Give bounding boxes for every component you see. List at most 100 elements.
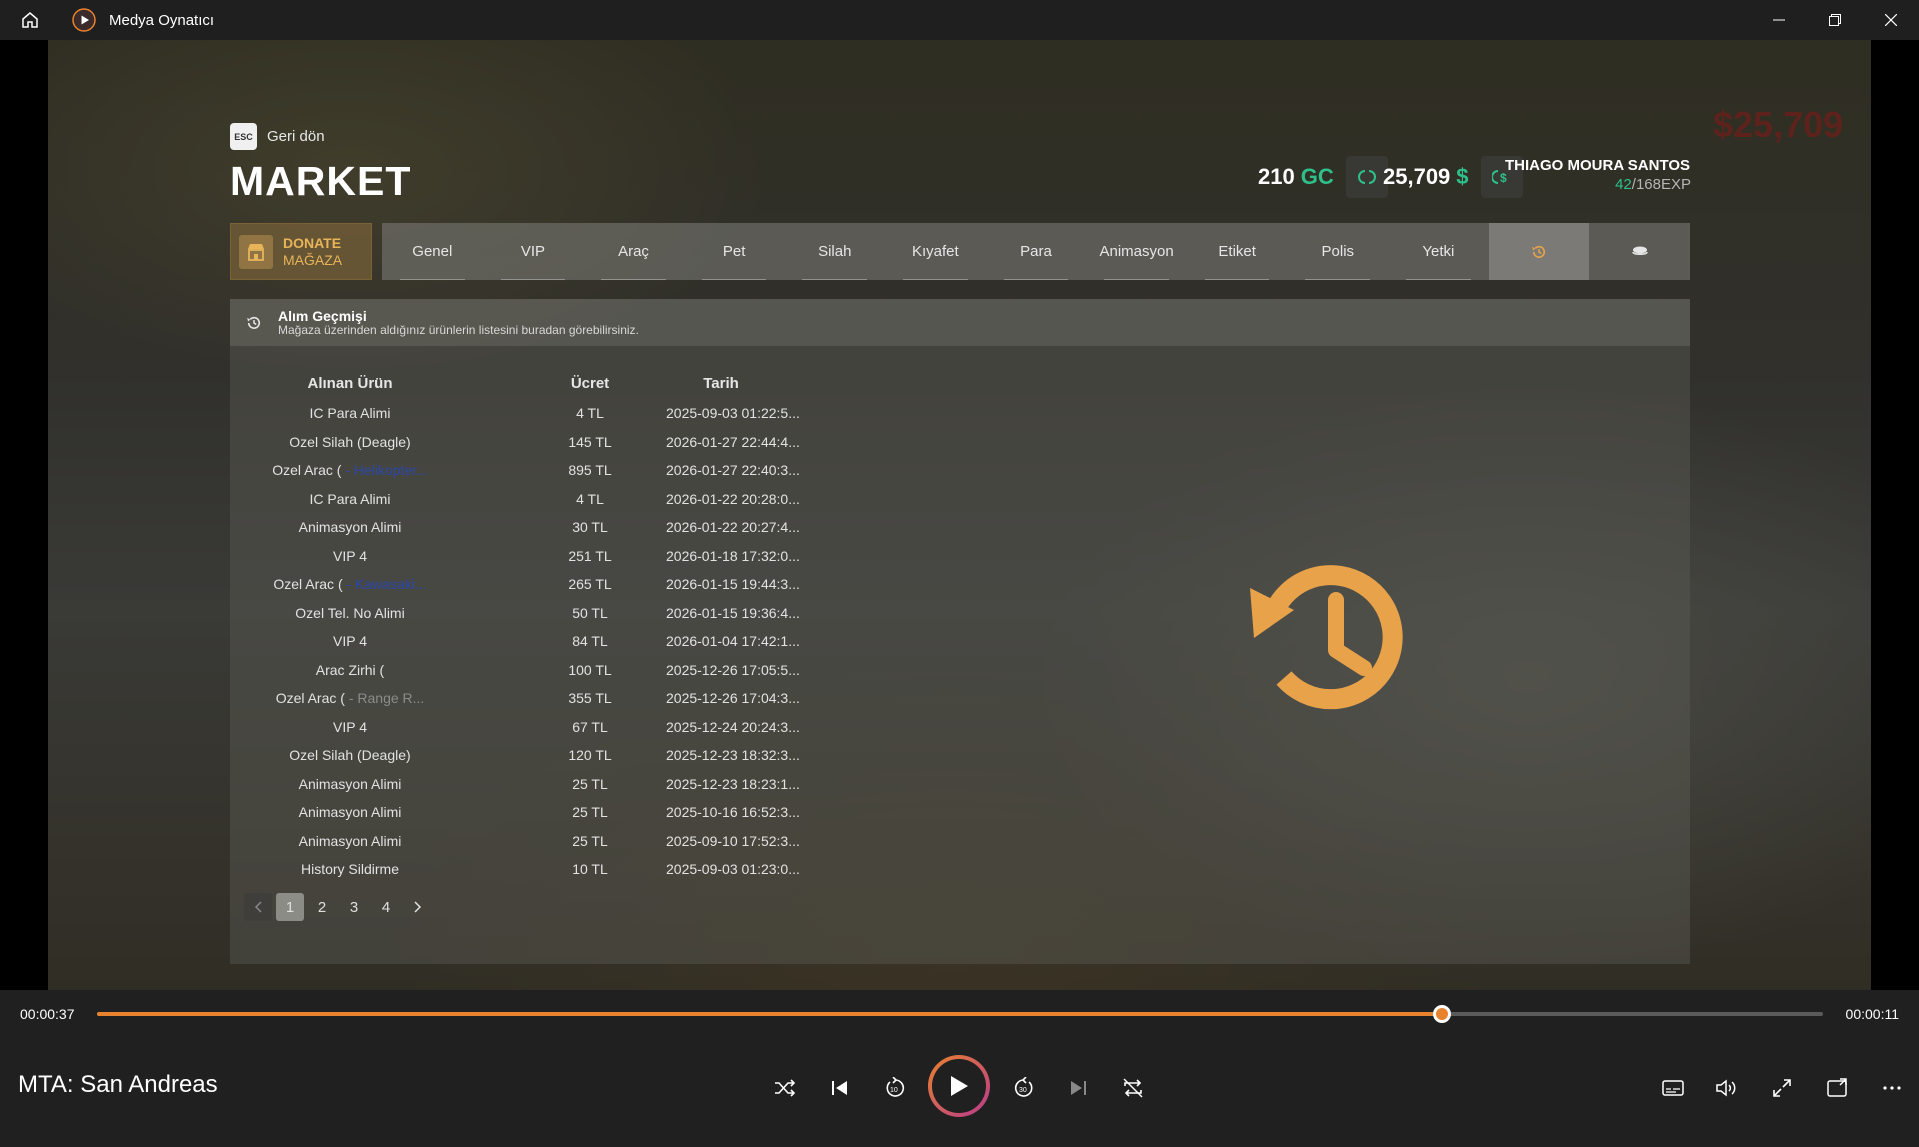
row-date: 2025-12-23 18:32:3... <box>666 747 800 763</box>
rewind-10-button[interactable]: 10 <box>873 1066 917 1110</box>
tab-polis[interactable]: Polis <box>1287 223 1388 280</box>
store-label: MAĞAZA <box>283 251 343 268</box>
next-button[interactable] <box>1056 1066 1100 1110</box>
tab-coin[interactable] <box>1589 223 1690 280</box>
row-item: IC Para Alimi <box>230 405 470 421</box>
subtitles-button[interactable] <box>1651 1066 1695 1110</box>
row-item-name: IC Para Alimi <box>309 490 391 507</box>
tab-history[interactable] <box>1488 223 1590 280</box>
fullscreen-button[interactable] <box>1760 1066 1804 1110</box>
coin-stack-icon <box>1631 246 1648 255</box>
tab-arac[interactable]: Araç <box>583 223 684 280</box>
table-row: IC Para Alimi 4 TL 2026-01-22 20:28:0... <box>230 491 830 519</box>
page-2-button[interactable]: 2 <box>308 893 336 921</box>
table-row: Animasyon Alimi 25 TL 2025-10-16 16:52:3..… <box>230 804 830 832</box>
prev-page-button[interactable] <box>244 893 272 921</box>
row-date: 2025-09-03 01:23:0... <box>666 861 800 877</box>
gc-amount: 210 <box>1258 164 1295 189</box>
category-tabs: Genel VIP Araç Pet Silah Kıyafet Para An… <box>382 223 1690 280</box>
restore-icon <box>1829 14 1841 26</box>
row-item-name: History Sildirme <box>300 861 399 877</box>
row-item: Animasyon Alimi <box>230 804 470 820</box>
row-item: Ozel Tel. No Alimi <box>230 605 470 621</box>
tab-animasyon[interactable]: Animasyon <box>1086 223 1187 280</box>
row-item: Ozel Arac ( - Kawasaki... <box>230 576 470 592</box>
row-date: 2025-12-24 20:24:3... <box>666 718 800 735</box>
next-page-button[interactable] <box>404 893 432 921</box>
player-level: 42 <box>1615 176 1632 193</box>
row-item-name: Ozel Arac ( <box>272 462 342 478</box>
tab-vip[interactable]: VIP <box>483 223 584 280</box>
close-icon <box>1885 14 1897 26</box>
media-title: MTA: San Andreas <box>18 1071 218 1098</box>
donate-store-button[interactable]: DONATE MAĞAZA <box>230 223 372 280</box>
row-price: 25 TL <box>572 775 608 792</box>
tab-kiyafet[interactable]: Kıyafet <box>885 223 986 280</box>
seek-handle[interactable] <box>1432 1005 1451 1023</box>
row-price: 4 TL <box>576 490 604 507</box>
back-button[interactable]: ESC Geri dön <box>230 123 325 150</box>
row-price: 50 TL <box>572 604 608 621</box>
tab-genel[interactable]: Genel <box>382 223 483 280</box>
table-row: Animasyon Alimi 30 TL 2026-01-22 20:27:4..… <box>230 519 830 547</box>
shuffle-icon <box>775 1079 796 1097</box>
pagination: 1 2 3 4 <box>244 893 436 921</box>
money-amount: 25,709 <box>1383 164 1451 189</box>
row-date: 2026-01-27 22:44:4... <box>666 433 800 450</box>
page-3-button[interactable]: 3 <box>340 893 368 921</box>
remaining-time: 00:00:11 <box>1845 1006 1899 1022</box>
table-row: History Sildirme 10 TL 2025-09-03 01:23:0.… <box>230 861 830 889</box>
shuffle-button[interactable] <box>763 1066 807 1110</box>
row-price: 4 TL <box>576 405 604 421</box>
tab-etiket[interactable]: Etiket <box>1187 223 1288 280</box>
previous-button[interactable] <box>818 1066 862 1110</box>
page-4-button[interactable]: 4 <box>372 893 400 921</box>
money-balance: 25,709 $ $ <box>1383 156 1523 198</box>
table-row: Ozel Arac ( - Kawasaki... 265 TL 2026-01-1… <box>230 576 830 604</box>
play-button[interactable] <box>928 1055 990 1117</box>
row-price: 251 TL <box>568 547 612 564</box>
row-item-name: Animasyon Alimi <box>298 519 402 535</box>
history-icon <box>242 311 266 335</box>
row-date: 2026-01-27 22:40:3... <box>666 462 800 478</box>
row-price: 25 TL <box>572 804 608 820</box>
row-date: 2026-01-15 19:36:4... <box>666 604 800 621</box>
forward-30-button[interactable]: 30 <box>1002 1066 1046 1110</box>
row-item: Animasyon Alimi <box>230 833 470 849</box>
row-item-name: VIP 4 <box>333 718 367 735</box>
restore-button[interactable] <box>1807 0 1863 40</box>
row-date: 2026-01-18 17:32:0... <box>666 547 800 564</box>
table-row: IC Para Alimi 4 TL 2025-09-03 01:22:5... <box>230 405 830 433</box>
tab-pet[interactable]: Pet <box>684 223 785 280</box>
tab-silah[interactable]: Silah <box>784 223 885 280</box>
table-row: Ozel Arac ( - Helikopter... 895 TL 2026-01… <box>230 462 830 490</box>
subtitles-icon <box>1662 1080 1684 1096</box>
seek-bar[interactable] <box>97 1005 1823 1023</box>
background-money-text: $25,709 <box>1713 104 1844 145</box>
rewind-10-icon: 10 <box>886 1077 905 1097</box>
tab-para[interactable]: Para <box>986 223 1087 280</box>
page-1-button[interactable]: 1 <box>276 893 304 921</box>
gc-add-button[interactable] <box>1345 156 1388 198</box>
tab-yetki[interactable]: Yetki <box>1388 223 1489 280</box>
donate-label: DONATE <box>283 234 342 251</box>
app-icon <box>71 7 97 33</box>
panel-header: Alım Geçmişi Mağaza üzerinden aldığınız … <box>230 299 1690 346</box>
home-button[interactable] <box>15 5 45 35</box>
row-item: Animasyon Alimi <box>230 776 470 792</box>
repeat-button[interactable] <box>1111 1066 1155 1110</box>
row-price: 25 TL <box>572 832 608 849</box>
row-item-name: Ozel Arac ( <box>273 576 343 592</box>
table-row: Arac Zirhi (100 TL 2025-12-26 17:05:5... <box>230 662 830 690</box>
row-item: Animasyon Alimi <box>230 519 470 535</box>
row-item-name: Animasyon Alimi <box>298 775 402 792</box>
elapsed-time: 00:00:37 <box>20 1006 75 1022</box>
more-button[interactable] <box>1870 1066 1914 1110</box>
miniplayer-button[interactable] <box>1815 1066 1859 1110</box>
row-item-name: Arac Zirhi ( <box>315 661 385 678</box>
row-item: VIP 4 <box>230 633 470 649</box>
volume-button[interactable] <box>1705 1066 1749 1110</box>
table-row: Ozel Tel. No Alimi 50 TL 2026-01-15 19:36:… <box>230 605 830 633</box>
close-button[interactable] <box>1863 0 1919 40</box>
minimize-button[interactable] <box>1751 0 1807 40</box>
